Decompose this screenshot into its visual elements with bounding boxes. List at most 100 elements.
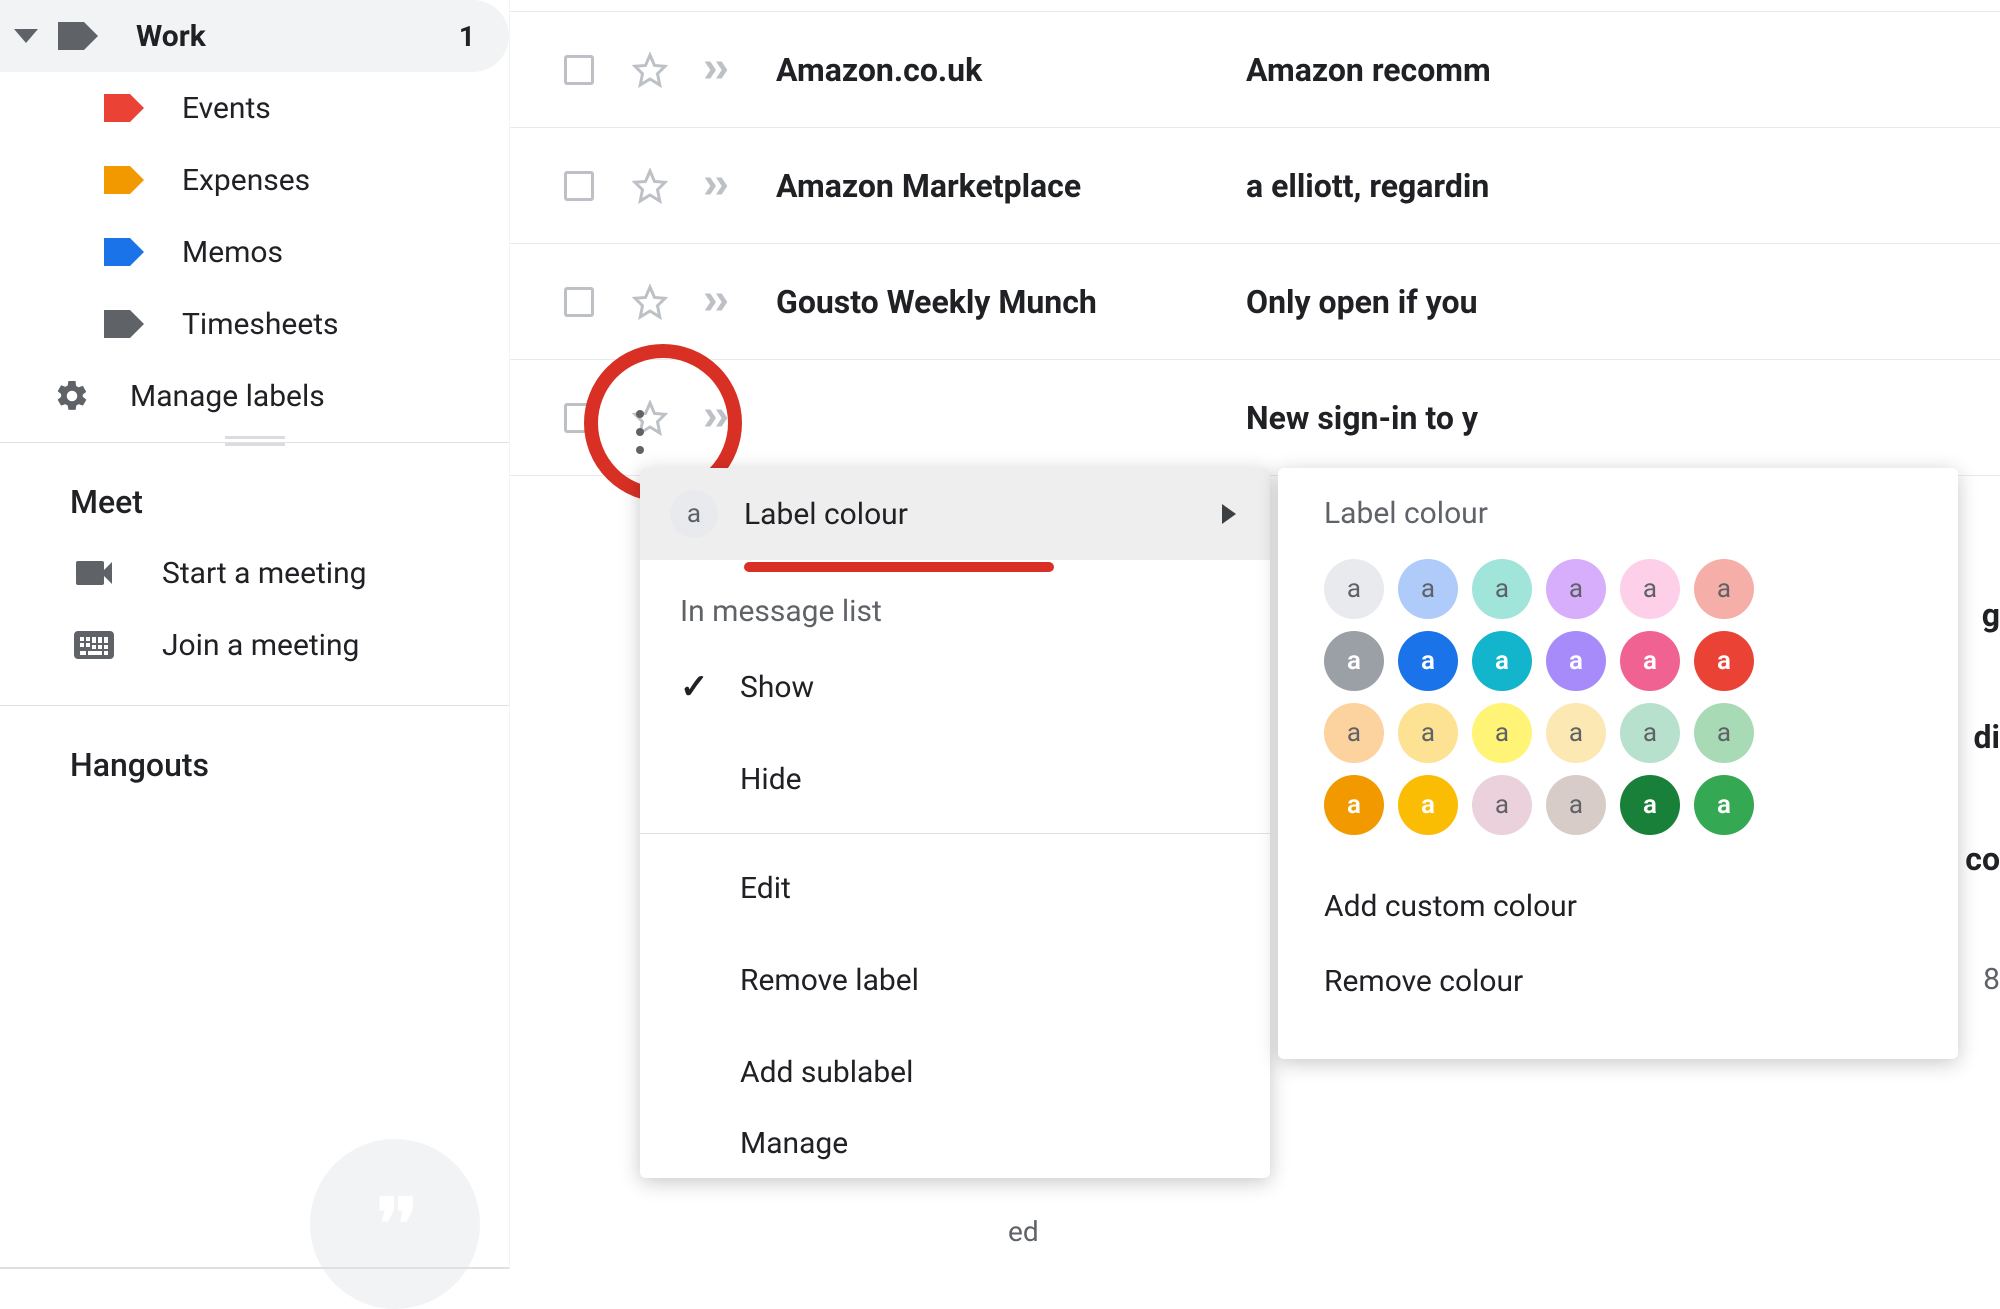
menu-label-colour-text: Label colour [744,497,908,532]
star-icon[interactable] [632,284,668,320]
menu-show[interactable]: ✓ Show [640,641,1270,733]
colour-swatch[interactable]: a [1694,631,1754,691]
star-icon[interactable] [632,168,668,204]
start-meeting[interactable]: Start a meeting [0,537,509,609]
label-count: 1 [459,20,475,53]
meet-heading: Meet [0,453,509,537]
label-icon [104,166,142,194]
swatch-grid: aaaaaaaaaaaaaaaaaaaaaaaa [1324,559,1912,835]
add-custom-colour[interactable]: Add custom colour [1324,869,1912,944]
caret-down-icon [14,29,38,43]
checkbox[interactable] [564,55,594,85]
divider [0,442,509,443]
label-icon [104,238,142,266]
label-icon [104,310,142,338]
quote-icon: ❜❜ [376,1183,413,1266]
colour-swatch[interactable]: a [1398,703,1458,763]
label-icon [58,22,96,50]
email-row[interactable]: Amazon Marketplace a elliott, regardin [510,128,2000,244]
email-sender: Amazon.co.uk [776,51,1246,89]
colour-swatch[interactable]: a [1694,703,1754,763]
star-icon[interactable] [632,52,668,88]
remove-colour[interactable]: Remove colour [1324,944,1912,1019]
label-icon [104,94,142,122]
label-work[interactable]: Work 1 [0,0,509,72]
colour-swatch[interactable]: a [1620,703,1680,763]
check-icon: ✓ [680,667,709,707]
partial-text: 8 [1983,962,2000,997]
importance-icon[interactable] [698,285,734,319]
colour-swatch[interactable]: a [1324,631,1384,691]
email-subject: New sign-in to y [1246,399,1478,437]
label-colour-submenu: Label colour aaaaaaaaaaaaaaaaaaaaaaaa Ad… [1278,468,1958,1059]
manage-labels[interactable]: Manage labels [0,360,509,432]
colour-swatch[interactable]: a [1620,559,1680,619]
label-text: Expenses [182,163,475,198]
colour-swatch[interactable]: a [1472,631,1532,691]
importance-icon[interactable] [698,169,734,203]
colour-swatch[interactable]: a [1324,775,1384,835]
checkbox[interactable] [564,171,594,201]
menu-remove-label[interactable]: Remove label [640,934,1270,1026]
colour-swatch[interactable]: a [1324,559,1384,619]
menu-edit-text: Edit [740,871,791,906]
menu-remove-label-text: Remove label [740,963,919,998]
menu-edit[interactable]: Edit [640,842,1270,934]
partial-text: g [1982,596,2000,634]
colour-swatch[interactable]: a [1620,631,1680,691]
label-memos[interactable]: Memos [0,216,509,288]
colour-swatch[interactable]: a [1472,703,1532,763]
submenu-title: Label colour [1324,496,1912,531]
colour-swatch[interactable]: a [1546,631,1606,691]
label-expenses[interactable]: Expenses [0,144,509,216]
divider [0,705,509,706]
email-subject: a elliott, regardin [1246,167,1489,205]
email-row[interactable]: Amazon.co.uk Amazon recomm [510,12,2000,128]
colour-swatch[interactable]: a [1546,703,1606,763]
menu-manage-text: Manage [740,1126,848,1161]
menu-show-text: Show [740,670,814,705]
label-text: Timesheets [182,307,475,342]
colour-swatch[interactable]: a [1620,775,1680,835]
colour-swatch[interactable]: a [1324,703,1384,763]
menu-hide[interactable]: Hide [640,733,1270,825]
menu-add-sublabel[interactable]: Add sublabel [640,1026,1270,1118]
email-row[interactable]: New sign-in to y [510,360,2000,476]
hangouts-heading: Hangouts [0,716,509,800]
email-row[interactable]: Gousto Weekly Munch Only open if you [510,244,2000,360]
colour-swatch[interactable]: a [1398,631,1458,691]
label-context-menu: a Label colour In message list ✓ Show Hi… [640,468,1270,1178]
menu-manage[interactable]: Manage [640,1118,1270,1168]
checkbox[interactable] [564,287,594,317]
menu-hide-text: Hide [740,762,802,797]
colour-swatch[interactable]: a [1398,775,1458,835]
colour-swatch[interactable]: a [1546,559,1606,619]
partial-text: ed [1008,1215,1039,1248]
keyboard-icon [70,621,118,669]
label-events[interactable]: Events [0,72,509,144]
importance-icon[interactable] [698,401,734,435]
colour-swatch[interactable]: a [1694,775,1754,835]
menu-add-sublabel-text: Add sublabel [740,1055,913,1090]
drag-handle-icon[interactable] [225,436,285,446]
hangouts-icon[interactable]: ❜❜ [310,1139,480,1309]
email-subject: Amazon recomm [1246,51,1491,89]
join-meeting[interactable]: Join a meeting [0,609,509,681]
join-meeting-text: Join a meeting [162,628,359,663]
partial-text: di [1974,718,2000,756]
menu-label-colour[interactable]: a Label colour [640,468,1270,560]
colour-swatch[interactable]: a [1398,559,1458,619]
colour-swatch[interactable]: a [1472,559,1532,619]
label-text: Work [136,19,459,54]
color-sample-icon: a [670,490,718,538]
more-button[interactable] [590,382,690,482]
start-meeting-text: Start a meeting [162,556,367,591]
more-icon [636,410,644,454]
colour-swatch[interactable]: a [1694,559,1754,619]
importance-icon[interactable] [698,53,734,87]
colour-swatch[interactable]: a [1472,775,1532,835]
manage-labels-text: Manage labels [130,379,509,414]
label-timesheets[interactable]: Timesheets [0,288,509,360]
sidebar: Work 1 Events Expenses Memos Timesheets … [0,0,510,1269]
colour-swatch[interactable]: a [1546,775,1606,835]
